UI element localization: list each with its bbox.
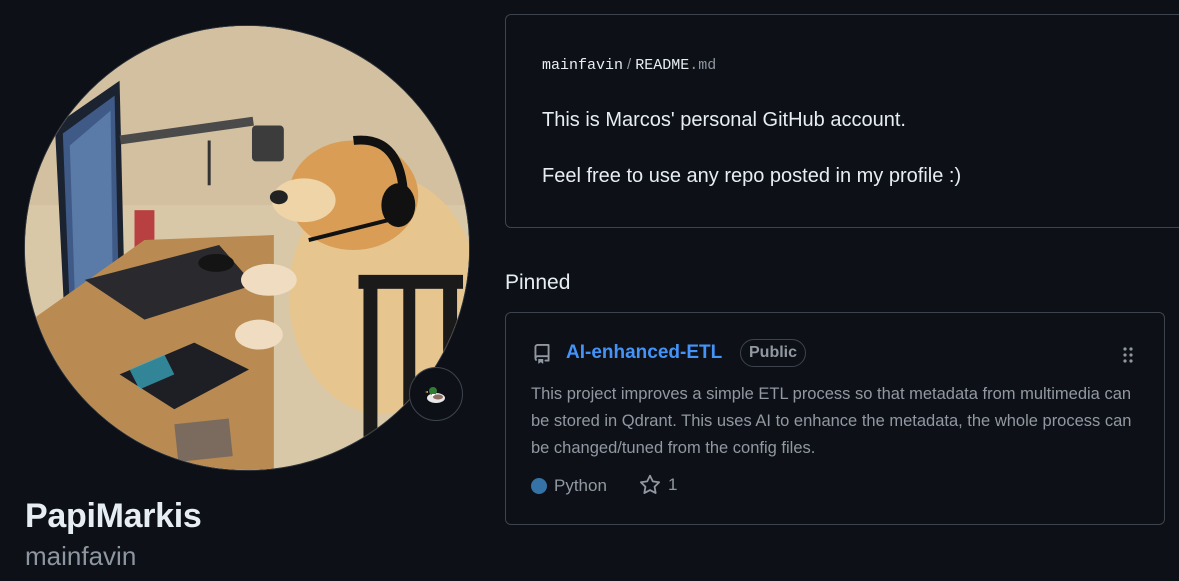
readme-file-name: README [635,57,690,74]
repo-stars-link[interactable]: 1 [639,474,677,496]
repo-language: Python [531,476,607,496]
readme-box: mainfavin / README.md This is Marcos' pers… [505,14,1179,228]
visibility-badge: Public [740,339,807,367]
star-count: 1 [668,475,678,494]
pinned-repo-card: AI-enhanced-ETL Public This project impr… [505,312,1165,525]
repo-icon [534,344,550,364]
language-name: Python [554,476,607,495]
language-color-dot [531,478,547,494]
profile-display-name: PapiMarkis [25,497,202,535]
avatar-image [25,26,469,470]
profile-username: mainfavin [25,541,137,571]
readme-path: mainfavin / README.md [542,56,716,74]
star-icon [639,474,661,494]
drag-handle-icon[interactable] [1122,346,1134,364]
duck-emoji-icon [425,387,445,403]
repo-name-link[interactable]: AI-enhanced-ETL [566,342,722,364]
avatar-container [24,25,470,471]
readme-file-ext: .md [689,57,717,74]
pinned-heading: Pinned [505,271,571,294]
repo-description: This project improves a simple ETL proce… [531,385,1132,457]
avatar[interactable] [24,25,470,471]
readme-line: This is Marcos' personal GitHub account. [542,109,906,131]
readme-line: Feel free to use any repo posted in my p… [542,165,962,187]
status-button[interactable] [409,367,463,421]
path-separator: / [627,56,632,73]
readme-owner-link[interactable]: mainfavin [542,57,623,74]
profile-page: PapiMarkis mainfavin mainfavin / README.md… [0,0,1179,581]
